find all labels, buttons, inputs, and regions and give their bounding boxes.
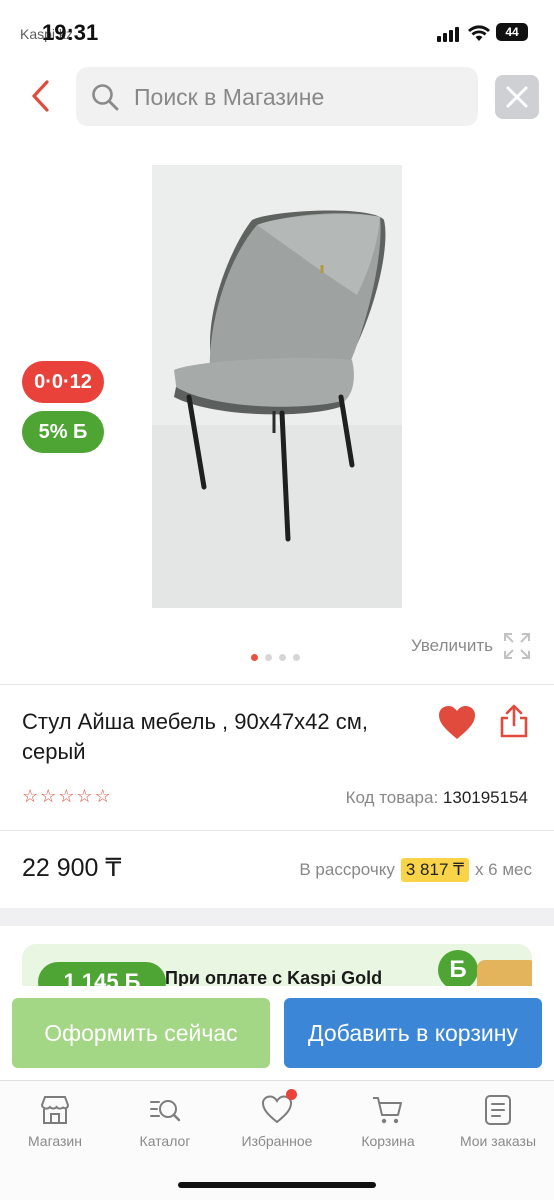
divider — [0, 830, 554, 831]
action-bar: Оформить сейчас Добавить в корзину — [0, 986, 554, 1080]
gallery-dot[interactable] — [265, 654, 272, 661]
product-code-value: 130195154 — [442, 788, 528, 807]
promo-bonus-badge: 1 145 Б — [38, 962, 166, 988]
product-code: Код товара: 130195154 — [346, 788, 528, 808]
tab-label: Корзина — [361, 1133, 415, 1149]
star-outline-icon: ☆ — [94, 786, 111, 806]
tab-catalog[interactable]: Каталог — [110, 1093, 220, 1149]
divider — [0, 684, 554, 685]
chevron-left-icon — [32, 80, 49, 112]
expand-icon — [504, 633, 530, 659]
tab-cart[interactable]: Корзина — [333, 1093, 443, 1149]
tab-shop[interactable]: Магазин — [0, 1093, 110, 1149]
wifi-icon — [468, 25, 490, 41]
product-title: Стул Айша мебель , 90x47x42 см, серый — [22, 709, 369, 764]
heart-filled-icon — [439, 706, 475, 739]
status-bar: Kaspi.kz 19:31 44 — [0, 0, 554, 62]
tab-favorites[interactable]: Избранное — [222, 1089, 332, 1149]
bonus-coin-icon: Б — [438, 950, 478, 988]
star-outline-icon: ☆ — [22, 786, 39, 806]
bonus-badge: 5% Б — [22, 411, 104, 453]
status-time: 19:31 — [42, 20, 99, 45]
search-icon — [92, 84, 119, 111]
tab-label: Избранное — [241, 1133, 313, 1149]
close-icon — [506, 86, 528, 108]
checkout-now-button[interactable]: Оформить сейчас — [12, 998, 270, 1068]
notification-dot — [286, 1089, 297, 1100]
cart-icon — [373, 1097, 402, 1124]
zoom-label: Увеличить — [411, 636, 493, 655]
installment-term: x 6 мес — [474, 860, 532, 879]
kaspi-gold-promo[interactable]: 1 145 Б При оплате с Kaspi Gold Б — [22, 944, 532, 988]
battery-indicator: 44 — [496, 23, 528, 41]
close-button[interactable] — [495, 75, 539, 119]
favorite-button[interactable] — [437, 704, 477, 742]
gallery-dot[interactable] — [279, 654, 286, 661]
add-to-cart-button[interactable]: Добавить в корзину — [284, 998, 542, 1068]
rating-stars[interactable]: ☆ ☆ ☆ ☆ ☆ — [22, 786, 111, 806]
gallery-dot[interactable] — [293, 654, 300, 661]
catalog-search-icon — [150, 1100, 181, 1122]
tab-orders[interactable]: Мои заказы — [443, 1093, 553, 1149]
promo-text: При оплате с Kaspi Gold — [165, 968, 383, 988]
chair-illustration — [152, 165, 402, 608]
product-price: 22 900 ₸ — [22, 854, 122, 882]
back-button[interactable] — [24, 78, 60, 114]
installment-info[interactable]: В рассрочку 3 817 ₸ x 6 мес — [299, 858, 532, 882]
cellular-signal-icon — [437, 26, 459, 42]
gold-card-icon — [477, 960, 532, 988]
installment-badge: 0·0·12 — [22, 361, 104, 403]
shop-icon — [40, 1096, 70, 1124]
star-outline-icon: ☆ — [58, 786, 75, 806]
tab-label: Магазин — [27, 1133, 82, 1149]
section-separator — [0, 908, 554, 926]
zoom-button[interactable]: Увеличить — [411, 632, 531, 660]
gallery-dot[interactable] — [251, 654, 258, 661]
orders-icon — [485, 1095, 511, 1125]
star-outline-icon: ☆ — [76, 786, 93, 806]
installment-prefix: В рассрочку — [299, 860, 395, 879]
gallery-pagination — [251, 654, 300, 661]
home-indicator[interactable] — [178, 1182, 376, 1188]
search-bar[interactable] — [76, 67, 478, 126]
product-code-label: Код товара: — [345, 788, 439, 807]
tab-label: Мои заказы — [459, 1133, 537, 1149]
installment-amount: 3 817 ₸ — [400, 858, 469, 882]
search-input[interactable] — [134, 77, 464, 117]
share-icon — [500, 704, 528, 738]
tab-label: Каталог — [139, 1133, 191, 1149]
product-image[interactable] — [152, 165, 402, 608]
share-button[interactable] — [497, 703, 531, 739]
star-outline-icon: ☆ — [40, 786, 57, 806]
